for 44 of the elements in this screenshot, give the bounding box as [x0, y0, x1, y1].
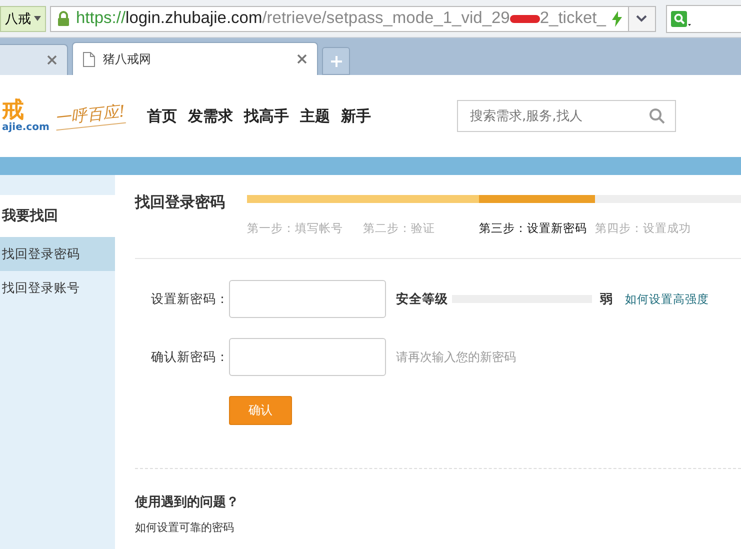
password-field[interactable] — [229, 280, 386, 318]
help-title: 使用遇到的问题？ — [135, 494, 240, 511]
sidebar-title: 我要找回 — [0, 195, 115, 237]
redaction-mark — [510, 14, 540, 23]
logo-domain: ajie.com — [2, 122, 50, 132]
search-icon[interactable] — [649, 108, 665, 124]
page-title: 找回登录密码 — [135, 195, 226, 213]
step-label: 第二步：验证 — [363, 221, 436, 236]
logo-text: 戒 — [2, 100, 24, 122]
confirm-password-field[interactable] — [229, 338, 386, 376]
address-field[interactable]: https://login.zhubajie.com/retrieve/setpass_mode_1_vid_29 2_ticket_ — [50, 6, 629, 32]
strength-reading: 弱 — [600, 290, 613, 308]
page-icon — [83, 52, 95, 66]
chevron-icon — [636, 15, 648, 22]
close-icon[interactable] — [297, 54, 307, 64]
dropdown-button[interactable] — [628, 6, 656, 32]
help-link[interactable]: 如何设置高强度 — [625, 292, 709, 306]
close-icon[interactable] — [47, 55, 57, 65]
step-label: 第三步：设置新密码 — [479, 221, 588, 236]
nav-link[interactable]: 首页 — [147, 106, 177, 126]
caret-icon — [34, 16, 41, 21]
search-engine-field[interactable] — [666, 4, 741, 32]
field-label: 设置新密码： — [150, 290, 229, 308]
lightning-icon[interactable] — [612, 10, 622, 26]
field-hint: 请再次输入您的新密码 — [396, 348, 516, 366]
slogan: 一呼百应! — [54, 101, 127, 131]
nav-link[interactable]: 主题 — [300, 106, 330, 126]
nav-link[interactable]: 找高手 — [244, 106, 289, 126]
nav-link[interactable]: 新手 — [341, 106, 371, 126]
plus-icon — [330, 56, 342, 66]
step-label: 第四步：设置成功 — [595, 221, 692, 236]
sidebar-item[interactable]: 找回登录密码 — [0, 237, 115, 271]
field-label: 确认新密码： — [150, 348, 229, 366]
new-tab-button[interactable] — [322, 47, 350, 75]
help-link[interactable]: 如何设置可靠的密码 — [135, 520, 741, 535]
browser-tab[interactable]: 猪八戒网 — [72, 42, 318, 75]
lock-icon — [57, 11, 70, 26]
search-field[interactable]: 搜索需求,服务,找人 — [457, 100, 676, 132]
sidebar-item[interactable]: 找回登录账号 — [0, 271, 115, 305]
strength-label: 安全等级 — [396, 290, 448, 308]
search-icon — [670, 10, 691, 26]
step-label: 第一步：填写帐号 — [247, 221, 344, 236]
nav-link[interactable]: 发需求 — [188, 106, 233, 126]
profile-dropdown[interactable]: 八戒 — [0, 6, 46, 32]
